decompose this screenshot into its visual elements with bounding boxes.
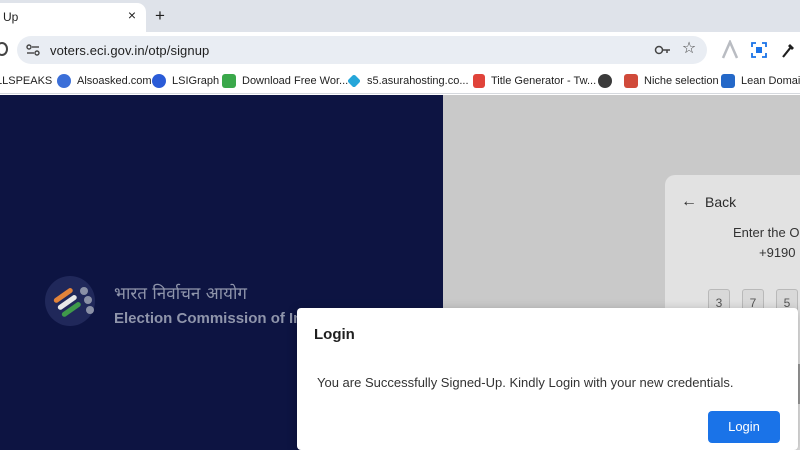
title-generator-favicon-icon bbox=[473, 74, 485, 88]
address-bar[interactable]: voters.eci.gov.in/otp/signup ☆ bbox=[17, 36, 707, 64]
login-dialog: Login You are Successfully Signed-Up. Ki… bbox=[297, 308, 798, 450]
bookmark-label: s5.asurahosting.co... bbox=[367, 75, 469, 87]
bookmark-label: Title Generator - Tw... bbox=[491, 75, 597, 87]
bookmark-item[interactable] bbox=[598, 73, 618, 89]
page-content: भारत निर्वाचन आयोग Election Commission o… bbox=[0, 95, 800, 450]
wordpress-favicon-icon bbox=[152, 74, 166, 88]
dialog-title: Login bbox=[314, 326, 355, 343]
bookmark-item[interactable]: Title Generator - Tw... bbox=[473, 73, 596, 89]
bookmark-item[interactable]: LLSPEAKS bbox=[0, 73, 52, 89]
bookmark-label: Lean Domain S bbox=[741, 75, 800, 87]
brand-title-english: Election Commission of Indi bbox=[114, 310, 316, 327]
asura-favicon-icon bbox=[347, 74, 361, 88]
bookmark-label: Download Free Wor... bbox=[242, 75, 349, 87]
eyedropper-icon[interactable] bbox=[780, 41, 796, 59]
brand-title-hindi: भारत निर्वाचन आयोग bbox=[114, 284, 247, 304]
extension-a-icon[interactable] bbox=[721, 40, 739, 60]
bookmark-item[interactable]: LSIGraph bbox=[152, 73, 219, 89]
bookmark-item[interactable]: Niche selection bbox=[624, 73, 719, 89]
otp-phone: +9190 bbox=[759, 245, 796, 260]
niche-favicon-icon bbox=[624, 74, 638, 88]
back-button[interactable]: ← Back bbox=[681, 193, 736, 211]
screenshot-icon[interactable] bbox=[751, 42, 767, 58]
download-favicon-icon bbox=[222, 74, 236, 88]
bookmark-item[interactable]: Lean Domain S bbox=[721, 73, 800, 89]
bookmark-item[interactable]: Alsoasked.com bbox=[57, 73, 152, 89]
bookmark-label: Alsoasked.com bbox=[77, 75, 152, 87]
bookmark-label: LLSPEAKS bbox=[0, 75, 53, 87]
otp-prompt: Enter the O bbox=[733, 225, 800, 240]
url-text[interactable]: voters.eci.gov.in/otp/signup bbox=[50, 43, 209, 58]
tab-title: Up bbox=[3, 10, 19, 24]
lean-domain-favicon-icon bbox=[721, 74, 735, 88]
alsoasked-favicon-icon bbox=[57, 74, 71, 88]
back-arrow-icon: ← bbox=[681, 193, 697, 210]
bookmark-item[interactable]: s5.asurahosting.co... bbox=[347, 73, 469, 89]
bookmarks-bar: LLSPEAKS Alsoasked.com LSIGraph Download… bbox=[0, 68, 800, 94]
password-key-icon[interactable] bbox=[654, 42, 672, 58]
dialog-message: You are Successfully Signed-Up. Kindly L… bbox=[317, 375, 734, 390]
site-info-icon[interactable] bbox=[25, 42, 41, 58]
url-path: /otp/signup bbox=[144, 43, 210, 58]
bookmark-label: Niche selection bbox=[644, 75, 719, 87]
browser-tab[interactable]: Up × bbox=[0, 3, 146, 32]
bookmark-star-icon[interactable]: ☆ bbox=[680, 40, 698, 58]
bookmark-item[interactable]: Download Free Wor... bbox=[222, 73, 348, 89]
new-tab-button[interactable]: + bbox=[151, 7, 169, 25]
login-button[interactable]: Login bbox=[708, 411, 780, 443]
reload-icon[interactable] bbox=[0, 42, 8, 56]
bookmark-label: LSIGraph bbox=[172, 75, 220, 87]
globe-icon bbox=[598, 74, 612, 88]
url-host: voters.eci.gov.in bbox=[50, 43, 145, 58]
browser-toolbar: voters.eci.gov.in/otp/signup ☆ bbox=[0, 32, 800, 68]
eci-logo-icon bbox=[45, 276, 95, 326]
tab-strip: Up × + bbox=[0, 0, 800, 32]
tab-close-icon[interactable]: × bbox=[124, 7, 140, 23]
back-label: Back bbox=[705, 194, 737, 210]
